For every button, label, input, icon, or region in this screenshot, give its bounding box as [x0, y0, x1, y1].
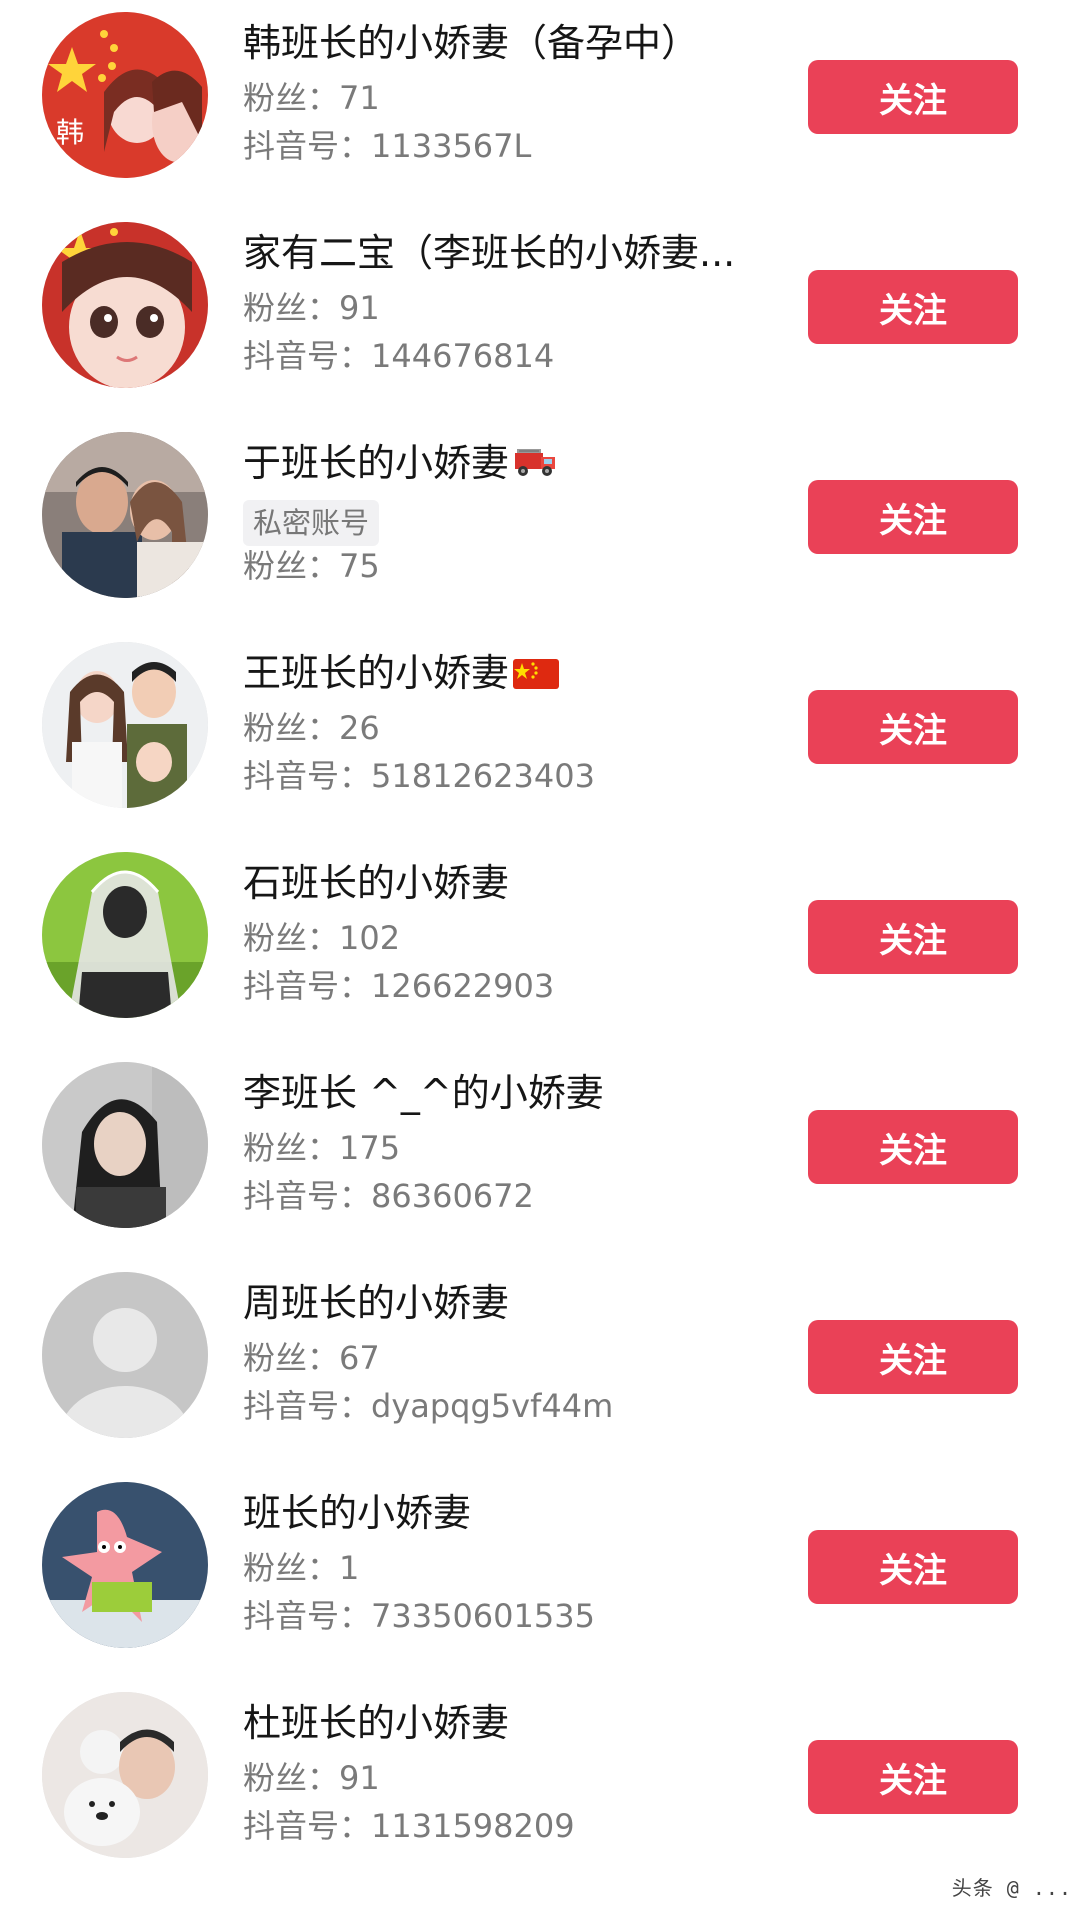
- follow-button[interactable]: 关注: [808, 1320, 1018, 1394]
- user-row[interactable]: 王班长的小娇妻 粉丝：26 抖音号：51812623403 关注: [0, 630, 1080, 840]
- douyin-id: 抖音号：86360672: [243, 1177, 534, 1215]
- user-name: 王班长的小娇妻: [243, 651, 510, 695]
- user-row[interactable]: 家有二宝（李班长的小娇妻... 粉丝：91 抖音号：144676814 关注: [0, 210, 1080, 420]
- user-name: 家有二宝（李班长的小娇妻...: [243, 231, 736, 275]
- avatar-cartoon-starfish-icon[interactable]: [42, 1482, 208, 1648]
- douyin-id: 抖音号：51812623403: [243, 757, 595, 795]
- user-row[interactable]: 石班长的小娇妻 粉丝：102 抖音号：126622903 关注: [0, 840, 1080, 1050]
- user-row[interactable]: 杜班长的小娇妻 粉丝：91 抖音号：1131598209 关注: [0, 1680, 1080, 1890]
- avatar-family-illustration-icon[interactable]: [42, 642, 208, 808]
- follow-button[interactable]: 关注: [808, 1110, 1018, 1184]
- avatar-wedding-couple-icon[interactable]: [42, 432, 208, 598]
- avatar-veil-icon[interactable]: [42, 852, 208, 1018]
- follow-button[interactable]: 关注: [808, 480, 1018, 554]
- follower-count: 粉丝：1: [243, 1549, 360, 1587]
- follow-button[interactable]: 关注: [808, 1530, 1018, 1604]
- follow-button[interactable]: 关注: [808, 270, 1018, 344]
- douyin-id: 抖音号：144676814: [243, 337, 555, 375]
- default-avatar-icon[interactable]: [42, 1272, 208, 1438]
- follower-count: 粉丝：91: [243, 1759, 380, 1797]
- follow-button[interactable]: 关注: [808, 690, 1018, 764]
- avatar-baby-bear-icon[interactable]: [42, 1692, 208, 1858]
- fire-truck-icon: [513, 443, 557, 489]
- avatar-selfie-icon[interactable]: [42, 1062, 208, 1228]
- follower-count: 粉丝：26: [243, 709, 380, 747]
- douyin-id: 抖音号：1131598209: [243, 1807, 575, 1845]
- user-row[interactable]: 于班长的小娇妻 私密账号 粉丝：75 关注: [0, 420, 1080, 630]
- follower-count: 粉丝：175: [243, 1129, 401, 1167]
- follower-count: 粉丝：71: [243, 79, 380, 117]
- user-row[interactable]: 周班长的小娇妻 粉丝：67 抖音号：dyapqg5vf44m 关注: [0, 1260, 1080, 1470]
- follow-button[interactable]: 关注: [808, 1740, 1018, 1814]
- follow-button[interactable]: 关注: [808, 60, 1018, 134]
- avatar-flag-couple-icon[interactable]: 韩: [42, 12, 208, 178]
- user-row[interactable]: 韩 韩班长的小娇妻（备孕中） 粉丝：71 抖音号：1133567L 关注: [0, 0, 1080, 210]
- user-name: 周班长的小娇妻: [243, 1281, 510, 1325]
- svg-text:韩: 韩: [56, 116, 84, 149]
- watermark: 头条 @ ...: [951, 1876, 1072, 1900]
- user-name-wrapper: 王班长的小娇妻: [243, 650, 560, 699]
- user-name: 李班长 ^_^的小娇妻: [243, 1071, 604, 1115]
- follower-count: 粉丝：75: [243, 547, 380, 585]
- user-name: 杜班长的小娇妻: [243, 1701, 510, 1745]
- douyin-id: 抖音号：dyapqg5vf44m: [243, 1387, 614, 1425]
- follower-count: 粉丝：67: [243, 1339, 380, 1377]
- follower-count: 粉丝：91: [243, 289, 380, 327]
- user-name: 于班长的小娇妻: [243, 441, 510, 485]
- user-row[interactable]: 班长的小娇妻 粉丝：1 抖音号：73350601535 关注: [0, 1470, 1080, 1680]
- private-account-badge: 私密账号: [243, 500, 380, 546]
- douyin-id: 抖音号：73350601535: [243, 1597, 595, 1635]
- user-name: 韩班长的小娇妻（备孕中）: [243, 21, 700, 65]
- user-row[interactable]: 李班长 ^_^的小娇妻 粉丝：175 抖音号：86360672 关注: [0, 1050, 1080, 1260]
- user-name-wrapper: 于班长的小娇妻: [243, 440, 557, 489]
- follower-count: 粉丝：102: [243, 919, 401, 957]
- user-name: 石班长的小娇妻: [243, 861, 510, 905]
- user-name: 班长的小娇妻: [243, 1491, 472, 1535]
- douyin-id: 抖音号：1133567L: [243, 127, 532, 165]
- follow-button[interactable]: 关注: [808, 900, 1018, 974]
- douyin-id: 抖音号：126622903: [243, 967, 555, 1005]
- avatar-flag-girl-icon[interactable]: [42, 222, 208, 388]
- china-flag-icon: [513, 653, 560, 699]
